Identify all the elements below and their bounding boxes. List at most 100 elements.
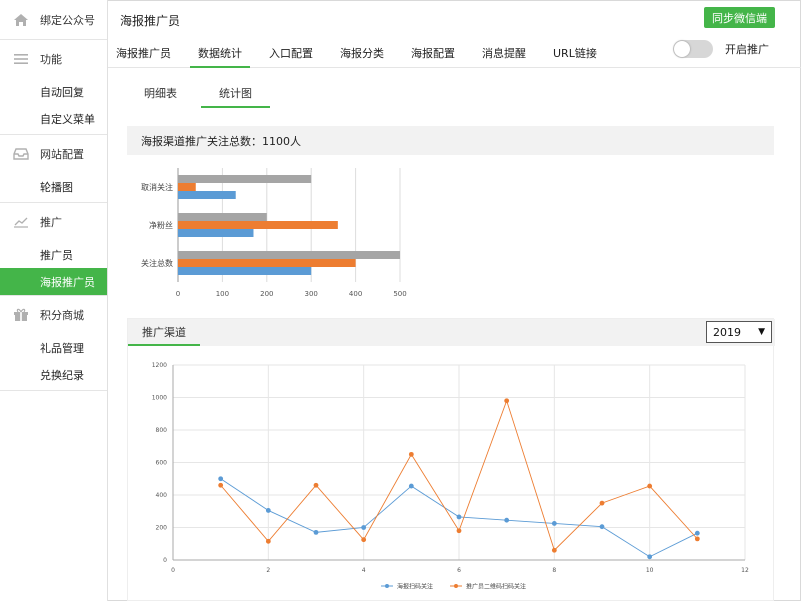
x-tick-label: 0: [171, 567, 175, 574]
sidebar: 绑定公众号 功能 自动回复 自定义菜单 网站配置 轮播图 推广 推广员 海报推广…: [0, 0, 108, 601]
data-point: [218, 482, 224, 488]
sidebar-item-label: 绑定公众号: [40, 13, 95, 27]
x-tick-label: 2: [266, 567, 270, 574]
bar: [178, 183, 196, 191]
x-tick-label: 400: [349, 290, 362, 298]
sidebar-group-label: 推广: [40, 216, 62, 229]
x-tick-label: 300: [305, 290, 318, 298]
x-tick-label: 6: [457, 567, 461, 574]
y-category-label: 净粉丝: [149, 220, 173, 230]
home-icon: [12, 12, 30, 28]
data-point: [313, 529, 319, 535]
data-point: [694, 536, 700, 542]
x-tick-label: 0: [176, 290, 180, 298]
summary-bar: 海报渠道推广关注总数：1100人: [127, 126, 774, 155]
sidebar-group-head[interactable]: 积分商城: [0, 296, 107, 334]
tab-url-link[interactable]: URL链接: [545, 40, 605, 68]
data-point: [313, 482, 319, 488]
sidebar-group-promotion: 推广 推广员 海报推广员: [0, 203, 107, 296]
data-point: [265, 508, 271, 513]
y-tick-label: 400: [156, 492, 168, 499]
bar: [178, 221, 338, 229]
year-select-value: 2019: [713, 325, 741, 339]
subtab-detail-table[interactable]: 明细表: [126, 80, 195, 108]
sidebar-group-head[interactable]: 功能: [0, 40, 107, 78]
sidebar-group-site-config: 网站配置 轮播图: [0, 135, 107, 203]
sidebar-item-exchange-record[interactable]: 兑换纪录: [0, 361, 107, 388]
sidebar-item-promoter[interactable]: 推广员: [0, 241, 107, 268]
menu-icon: [12, 51, 30, 67]
sidebar-item-bind-account[interactable]: 绑定公众号: [0, 0, 107, 40]
data-point: [599, 524, 605, 530]
sidebar-group-head[interactable]: 推广: [0, 203, 107, 241]
bar: [178, 229, 254, 237]
tab-message-reminder[interactable]: 消息提醒: [474, 40, 534, 68]
sidebar-item-custom-menu[interactable]: 自定义菜单: [0, 105, 107, 132]
bar: [178, 259, 356, 267]
legend-label: 推广员二维码扫码关注: [466, 583, 526, 591]
data-point: [218, 476, 224, 482]
bar: [178, 267, 312, 275]
channel-header: 推广渠道 2019 ▼: [128, 319, 775, 346]
tab-poster-promoter[interactable]: 海报推广员: [108, 40, 179, 68]
sidebar-group-head[interactable]: 网站配置: [0, 135, 107, 173]
year-select[interactable]: 2019 ▼: [706, 321, 772, 343]
x-tick-label: 4: [362, 567, 366, 574]
data-point: [647, 554, 653, 560]
x-tick-label: 10: [646, 567, 654, 574]
legend-marker: [454, 584, 458, 588]
inbox-icon: [12, 146, 30, 162]
sidebar-group-function: 功能 自动回复 自定义菜单: [0, 40, 107, 135]
x-tick-label: 8: [552, 567, 556, 574]
sidebar-item-gift-manage[interactable]: 礼品管理: [0, 334, 107, 361]
tab-entry-config[interactable]: 入口配置: [261, 40, 321, 68]
page-title: 海报推广员: [120, 14, 181, 28]
sidebar-group-label: 功能: [40, 53, 62, 66]
channel-panel: 推广渠道 2019 ▼ 0 200 400 600 800 1000 1200 0 2 4 6 8 10…: [127, 318, 775, 601]
y-tick-label: 800: [156, 427, 168, 434]
data-point: [408, 483, 414, 489]
tab-poster-config[interactable]: 海报配置: [403, 40, 463, 68]
sidebar-group-points-mall: 积分商城 礼品管理 兑换纪录: [0, 296, 107, 391]
sidebar-group-label: 网站配置: [40, 148, 84, 161]
data-point: [694, 530, 700, 536]
sync-wechat-button[interactable]: 同步微信端: [704, 7, 775, 28]
subtab-stat-chart[interactable]: 统计图: [201, 80, 270, 108]
y-tick-label: 600: [156, 460, 168, 467]
subtab-bar: 明细表 统计图: [126, 80, 276, 108]
x-tick-label: 200: [260, 290, 273, 298]
bar: [178, 191, 236, 199]
promotion-toggle[interactable]: [673, 40, 713, 58]
legend-marker: [385, 584, 389, 588]
header: 海报推广员 同步微信端 海报推广员 数据统计 入口配置 海报分类 海报配置 消息…: [108, 0, 801, 68]
summary-text: 海报渠道推广关注总数：1100人: [141, 134, 301, 148]
y-tick-label: 0: [163, 557, 167, 564]
caret-down-icon: ▼: [758, 327, 765, 337]
sidebar-item-auto-reply[interactable]: 自动回复: [0, 78, 107, 105]
y-tick-label: 1000: [152, 395, 167, 402]
chart-line-icon: [12, 214, 30, 230]
bar: [178, 251, 400, 259]
data-point: [361, 537, 367, 543]
sidebar-item-poster-promoter[interactable]: 海报推广员: [0, 268, 107, 295]
x-tick-label: 500: [393, 290, 406, 298]
x-tick-label: 100: [216, 290, 229, 298]
tab-data-stats[interactable]: 数据统计: [190, 40, 250, 68]
gift-icon: [12, 307, 30, 323]
toggle-label: 开启推广: [725, 43, 769, 56]
bar: [178, 175, 312, 183]
data-point: [408, 451, 414, 457]
data-point: [599, 500, 605, 506]
legend-label: 海报扫码关注: [397, 583, 433, 591]
bar: [178, 213, 267, 221]
line-chart: 0 200 400 600 800 1000 1200 0 2 4 6 8 10 12 海报扫码关注 推广员二…: [152, 362, 749, 591]
data-point: [551, 547, 557, 553]
bar-chart: 0 100 200 300 400 500 关注总数 净粉丝 取消关注: [141, 168, 407, 298]
y-category-label: 取消关注: [141, 182, 173, 192]
sidebar-item-carousel[interactable]: 轮播图: [0, 173, 107, 200]
x-tick-label: 12: [741, 567, 749, 574]
data-point: [361, 525, 367, 530]
data-point: [456, 528, 462, 534]
channel-title: 推广渠道: [128, 319, 200, 346]
tab-poster-category[interactable]: 海报分类: [332, 40, 392, 68]
